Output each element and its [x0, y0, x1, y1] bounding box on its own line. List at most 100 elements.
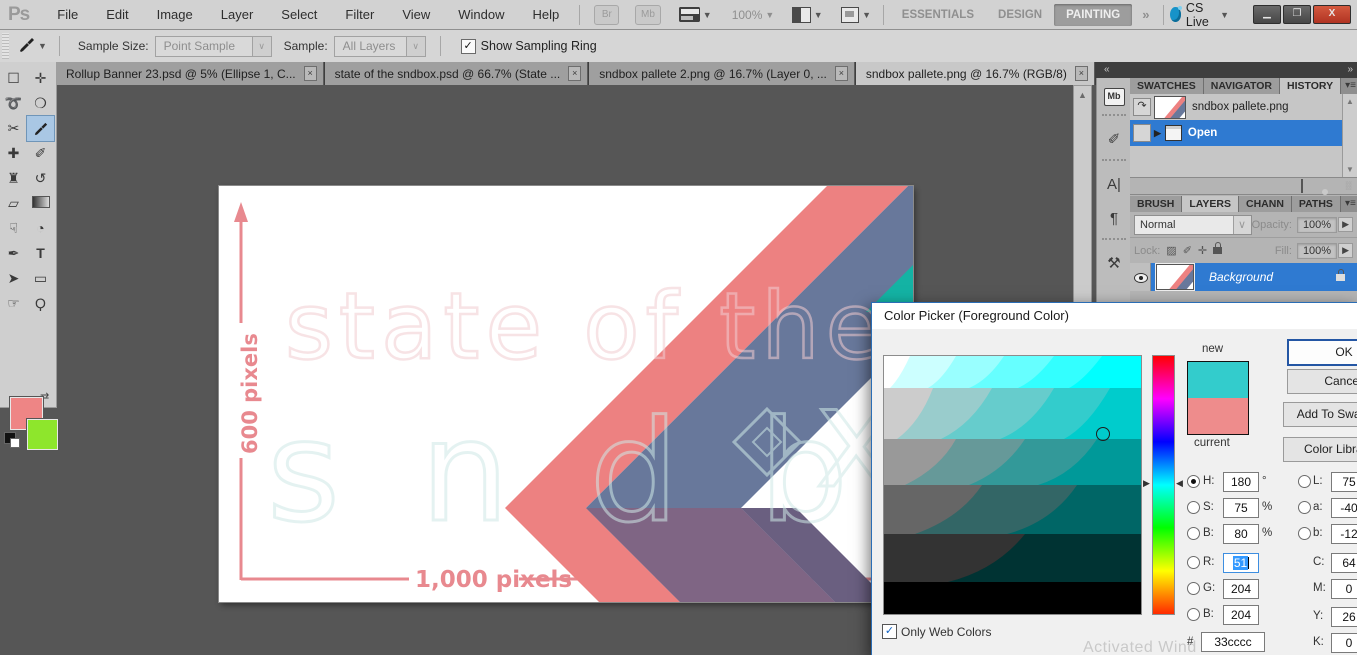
lasso-tool-icon[interactable]: ➰: [0, 91, 27, 116]
brush-tool-icon[interactable]: ✐: [27, 141, 54, 166]
sample-dropdown[interactable]: All Layers ∨: [333, 35, 426, 57]
tab-layers[interactable]: LAYERS: [1182, 196, 1239, 212]
type-tool-icon[interactable]: T: [27, 241, 54, 266]
hue-slider-left-arrow-icon[interactable]: ▶: [1143, 478, 1150, 489]
workspace-essentials[interactable]: ESSENTIALS: [890, 4, 986, 26]
color-field[interactable]: [883, 355, 1142, 615]
color-libraries-button[interactable]: Color Libraries: [1283, 437, 1357, 462]
history-state-open[interactable]: ▶ Open: [1130, 120, 1357, 146]
arrange-documents-icon[interactable]: [792, 6, 811, 23]
fill-value[interactable]: 100%: [1296, 242, 1338, 259]
doc-tab-sndbox-pallete-2[interactable]: sndbox pallete 2.png @ 16.7% (Layer 0, .…: [589, 62, 855, 85]
menu-layer[interactable]: Layer: [207, 7, 268, 22]
rectangle-tool-icon[interactable]: ▭: [27, 266, 54, 291]
lock-pixels-icon[interactable]: ✐: [1183, 244, 1192, 257]
chevron-down-icon[interactable]: ▼: [38, 41, 47, 51]
history-snapshot-row[interactable]: ↷ sndbox pallete.png: [1130, 94, 1357, 120]
lock-position-icon[interactable]: ✛: [1198, 244, 1207, 257]
y-input[interactable]: 26: [1331, 607, 1357, 627]
screen-mode-icon[interactable]: [840, 6, 860, 23]
menu-image[interactable]: Image: [143, 7, 207, 22]
cancel-button[interactable]: Cancel: [1287, 369, 1357, 394]
mini-bridge-panel-icon[interactable]: Mb: [1097, 78, 1131, 112]
history-source-checkbox[interactable]: [1133, 124, 1151, 142]
ok-button[interactable]: OK: [1287, 339, 1357, 366]
launch-bridge-button[interactable]: Br: [594, 4, 620, 25]
paragraph-panel-icon[interactable]: ¶: [1097, 202, 1131, 236]
panel-menu-icon[interactable]: ▾≡: [1341, 196, 1357, 212]
healing-brush-tool-icon[interactable]: ✚: [0, 141, 27, 166]
opacity-spinner-icon[interactable]: ▶: [1338, 217, 1353, 232]
zoom-tool-icon[interactable]: Ϙ: [27, 291, 54, 316]
fill-spinner-icon[interactable]: ▶: [1338, 243, 1353, 258]
workspace-painting[interactable]: PAINTING: [1054, 3, 1133, 26]
hue-slider[interactable]: [1152, 355, 1175, 615]
history-brush-tool-icon[interactable]: ↺: [27, 166, 54, 191]
menu-help[interactable]: Help: [519, 7, 574, 22]
chevron-down-icon[interactable]: ▼: [703, 10, 712, 20]
tab-channels[interactable]: CHANN: [1238, 196, 1292, 212]
close-icon[interactable]: ×: [568, 66, 582, 81]
close-icon[interactable]: ×: [1074, 66, 1089, 81]
view-extras-icon[interactable]: [678, 7, 700, 22]
hex-input[interactable]: 33cccc: [1201, 632, 1265, 652]
tab-history[interactable]: HISTORY: [1280, 78, 1342, 94]
document-canvas[interactable]: 600 pixels 1,000 pixels state of the s n…: [219, 186, 913, 602]
g-input[interactable]: 204: [1223, 579, 1259, 599]
zoom-level[interactable]: 100%: [732, 8, 763, 22]
background-color-swatch[interactable]: [26, 418, 59, 451]
l-radio[interactable]: [1298, 475, 1311, 488]
g-radio[interactable]: [1187, 582, 1200, 595]
pen-tool-icon[interactable]: ✒: [0, 241, 27, 266]
close-icon[interactable]: ×: [303, 66, 317, 81]
menu-view[interactable]: View: [388, 7, 444, 22]
tab-brush[interactable]: BRUSH: [1130, 196, 1183, 212]
a-input[interactable]: -40: [1331, 498, 1357, 518]
lock-transparency-icon[interactable]: ▨: [1166, 244, 1176, 257]
only-web-colors-checkbox[interactable]: ✓: [882, 624, 897, 639]
panel-grip[interactable]: [2, 33, 9, 59]
lab-b-radio[interactable]: [1298, 527, 1311, 540]
menu-filter[interactable]: Filter: [331, 7, 388, 22]
path-selection-tool-icon[interactable]: ➤: [0, 266, 27, 291]
c-input[interactable]: 64: [1331, 553, 1357, 573]
layer-row-background[interactable]: Background: [1130, 263, 1357, 291]
minimize-button[interactable]: ▁: [1253, 5, 1282, 24]
menu-select[interactable]: Select: [267, 7, 331, 22]
m-input[interactable]: 0: [1331, 579, 1357, 599]
dialog-title[interactable]: Color Picker (Foreground Color): [872, 303, 1357, 329]
b-input[interactable]: 80: [1223, 524, 1259, 544]
add-to-swatches-button[interactable]: Add To Swatches: [1283, 402, 1357, 427]
lock-all-icon[interactable]: [1213, 242, 1223, 254]
hue-slider-right-arrow-icon[interactable]: ◀: [1176, 478, 1183, 489]
close-icon[interactable]: ×: [834, 66, 848, 81]
eyedropper-icon[interactable]: [19, 37, 35, 56]
history-brush-source-icon[interactable]: ↷: [1133, 98, 1151, 116]
blend-mode-dropdown[interactable]: Normal ∨: [1134, 214, 1252, 235]
lab-b-input[interactable]: -12: [1331, 524, 1357, 544]
move-tool-icon[interactable]: ✛: [27, 66, 54, 91]
r-input[interactable]: 51: [1223, 553, 1259, 573]
hand-tool-icon[interactable]: ☞: [0, 291, 27, 316]
tool-presets-panel-icon[interactable]: ✐: [1097, 123, 1131, 157]
h-input[interactable]: 180: [1223, 472, 1259, 492]
k-input[interactable]: 0: [1331, 633, 1357, 653]
tab-paths[interactable]: PATHS: [1291, 196, 1341, 212]
chevron-down-icon[interactable]: ▼: [862, 10, 871, 20]
a-radio[interactable]: [1298, 501, 1311, 514]
eyedropper-tool-icon[interactable]: [26, 115, 55, 142]
color-field-marker[interactable]: [1096, 427, 1110, 441]
cs-live-button[interactable]: CS Live ▼: [1170, 1, 1235, 29]
expand-dock-icon[interactable]: »: [1347, 62, 1352, 78]
default-colors-icon[interactable]: [4, 432, 20, 448]
menu-edit[interactable]: Edit: [92, 7, 142, 22]
s-radio[interactable]: [1187, 501, 1200, 514]
tools-wrench-panel-icon[interactable]: ⚒: [1097, 247, 1131, 281]
rectangular-marquee-tool-icon[interactable]: ☐: [0, 66, 27, 91]
new-document-from-state-icon[interactable]: [1301, 179, 1304, 193]
gradient-tool-icon[interactable]: [27, 191, 54, 216]
launch-mini-bridge-button[interactable]: Mb: [635, 4, 661, 25]
smudge-tool-icon[interactable]: ☟: [0, 216, 27, 241]
b2-radio[interactable]: [1187, 608, 1200, 621]
tab-navigator[interactable]: NAVIGATOR: [1203, 78, 1280, 94]
